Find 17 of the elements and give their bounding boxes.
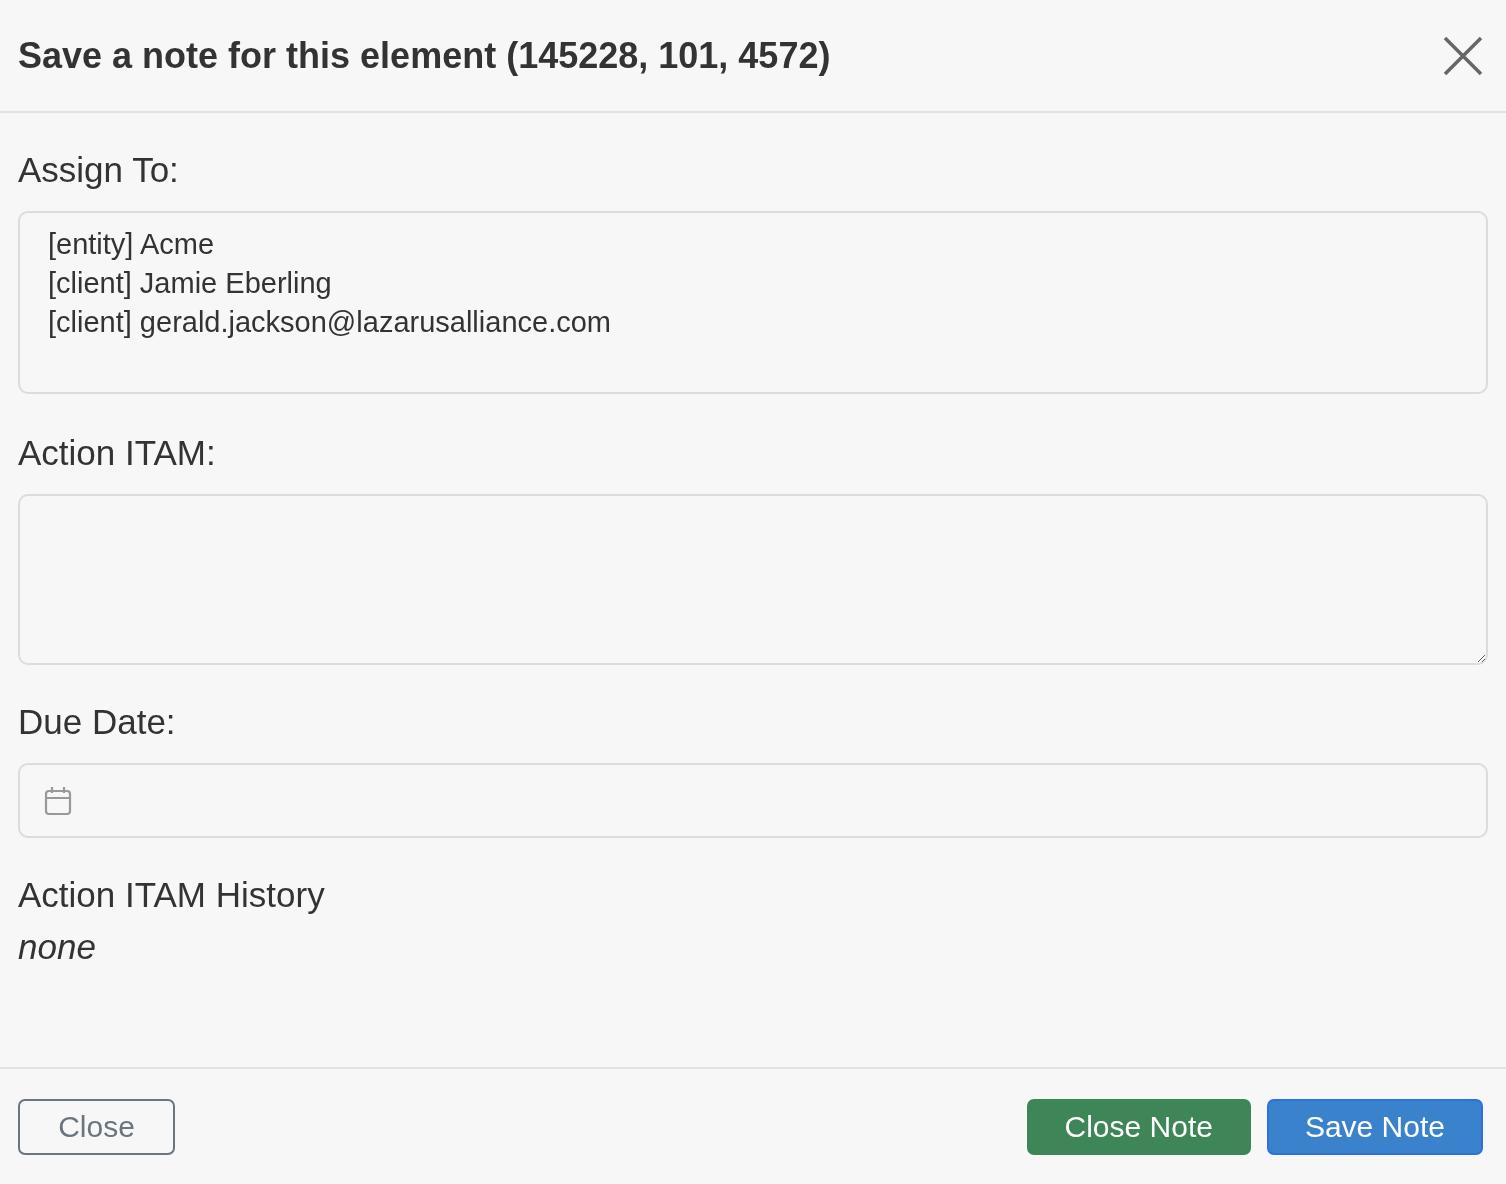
field-label: Assign To:: [18, 149, 179, 191]
date-field[interactable]: [18, 763, 1488, 838]
field-label: Action ITAM:: [18, 432, 216, 474]
close-button[interactable]: Close: [18, 1098, 175, 1155]
history-empty-text: none: [18, 926, 96, 968]
calendar-icon: [44, 785, 72, 816]
assignee-entry[interactable]: [entity] Acme: [48, 225, 214, 264]
close-note-button[interactable]: Close Note: [1026, 1098, 1251, 1155]
assignee-entry[interactable]: [client] Jamie Eberling: [48, 264, 332, 303]
field-label: Due Date:: [18, 701, 176, 743]
action-field[interactable]: [18, 494, 1488, 665]
close-icon[interactable]: [1442, 34, 1484, 77]
history-heading: Action ITAM History: [18, 874, 325, 916]
assignee-entry[interactable]: [client] gerald.jackson@lazarusalliance.com: [48, 303, 611, 342]
dialog-title: Save a note for this element (145228, 101, 4572): [18, 33, 831, 78]
save-note-button[interactable]: Save Note: [1266, 1098, 1483, 1155]
assign-field[interactable]: [entity] Acme [client] Jamie Eberling [client] gerald.jackson@lazarusalliance.com: [18, 211, 1488, 394]
